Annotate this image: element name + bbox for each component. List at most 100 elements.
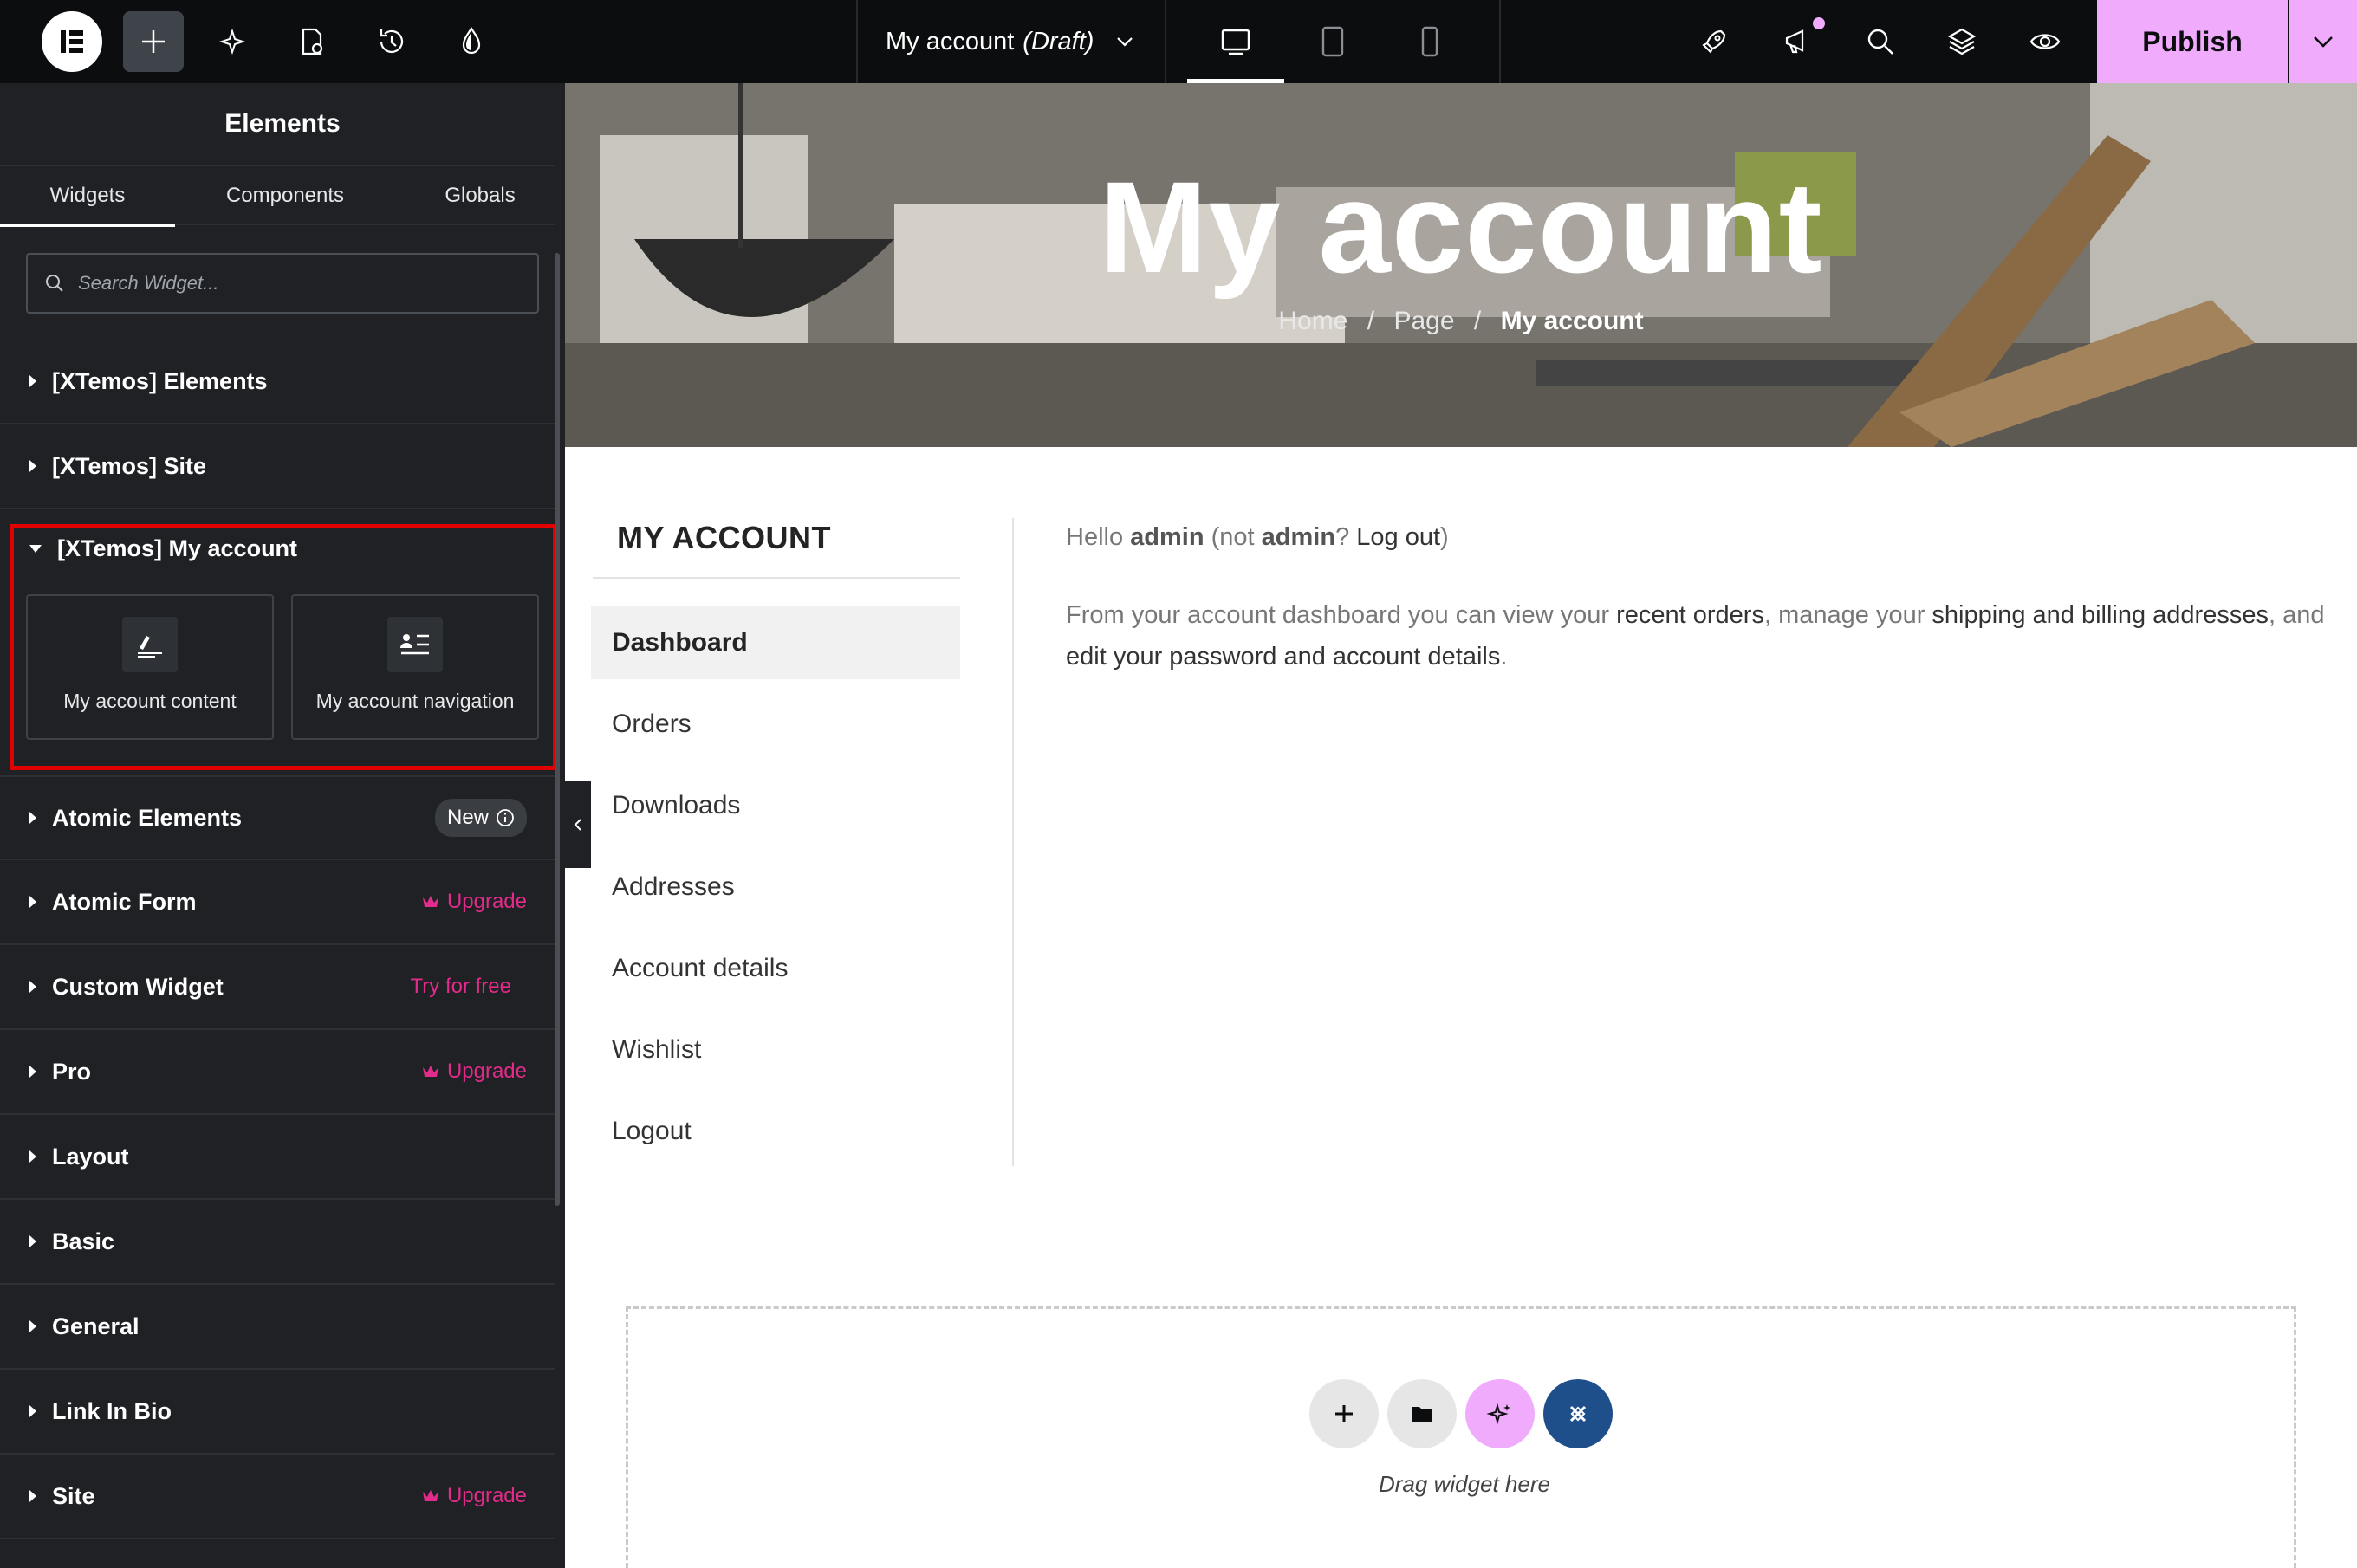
publish-button[interactable]: Publish bbox=[2097, 0, 2288, 83]
category-label: Site bbox=[52, 1482, 95, 1509]
category-atomic-elements[interactable]: Atomic Elements New bbox=[0, 775, 555, 860]
account-details-link[interactable]: edit your password and account details bbox=[1066, 643, 1500, 671]
try-for-free-link[interactable]: Try for free bbox=[411, 975, 511, 999]
history-icon bbox=[380, 29, 404, 53]
account-nav-downloads[interactable]: Downloads bbox=[591, 769, 960, 842]
ai-generate-button[interactable] bbox=[1465, 1379, 1535, 1448]
search-icon bbox=[1867, 29, 1893, 55]
category-label: Basic bbox=[52, 1228, 115, 1254]
category-link-in-bio[interactable]: Link In Bio bbox=[0, 1370, 555, 1455]
xtemos-logo-icon bbox=[1569, 1405, 1587, 1422]
caret-right-icon bbox=[29, 896, 36, 908]
category-label: [XTemos] Site bbox=[52, 452, 207, 479]
addresses-link[interactable]: shipping and billing addresses bbox=[1932, 601, 2269, 629]
account-nav-logout[interactable]: Logout bbox=[591, 1095, 960, 1168]
device-desktop-button[interactable] bbox=[1187, 0, 1284, 83]
search-input[interactable] bbox=[78, 272, 529, 295]
structure-button[interactable] bbox=[1932, 12, 1991, 71]
dropzone-hint: Drag widget here bbox=[1379, 1471, 1550, 1497]
caret-right-icon bbox=[29, 1150, 36, 1163]
category-general[interactable]: General bbox=[0, 1285, 555, 1370]
divider bbox=[593, 577, 960, 579]
account-nav-addresses[interactable]: Addresses bbox=[591, 851, 960, 923]
category-site[interactable]: Site Upgrade bbox=[0, 1455, 555, 1539]
tab-globals[interactable]: Globals bbox=[395, 166, 565, 225]
megaphone-icon bbox=[1785, 29, 1804, 54]
chevron-left-icon bbox=[574, 819, 581, 831]
launch-button[interactable] bbox=[1685, 12, 1743, 71]
highlight-box bbox=[10, 524, 557, 770]
category-label: [XTemos] Elements bbox=[52, 367, 268, 394]
device-mobile-button[interactable] bbox=[1381, 0, 1478, 83]
username: admin bbox=[1261, 523, 1336, 551]
logout-link[interactable]: Log out bbox=[1356, 523, 1440, 551]
caret-right-icon bbox=[29, 1405, 36, 1417]
category-layout[interactable]: Layout bbox=[0, 1115, 555, 1200]
preview-button[interactable] bbox=[2016, 12, 2075, 71]
category-label: Layout bbox=[52, 1143, 129, 1170]
add-section-button[interactable] bbox=[1309, 1379, 1379, 1448]
collapse-panel-button[interactable] bbox=[565, 781, 591, 868]
account-nav-wishlist[interactable]: Wishlist bbox=[591, 1014, 960, 1086]
theme-style-button[interactable] bbox=[442, 12, 501, 71]
upgrade-link[interactable]: Upgrade bbox=[421, 890, 527, 914]
new-badge[interactable]: New bbox=[434, 799, 527, 837]
document-title-dropdown[interactable]: My account (Draft) bbox=[886, 0, 1135, 83]
separator bbox=[1499, 0, 1501, 83]
panel-title: Elements bbox=[224, 109, 341, 138]
caret-right-icon bbox=[29, 1066, 36, 1078]
caret-right-icon bbox=[29, 981, 36, 993]
elementor-logo-icon[interactable] bbox=[42, 11, 102, 72]
xtemos-templates-button[interactable] bbox=[1543, 1379, 1613, 1448]
category-xtemos-elements[interactable]: [XTemos] Elements bbox=[0, 340, 555, 424]
hero-title: My account bbox=[1099, 154, 1823, 300]
eye-icon bbox=[2029, 34, 2061, 49]
category-label: Atomic Elements bbox=[52, 804, 243, 831]
widget-dropzone[interactable] bbox=[626, 1306, 2296, 1568]
ai-sparkle-icon bbox=[218, 28, 246, 55]
category-label: Link In Bio bbox=[52, 1397, 172, 1424]
info-icon bbox=[497, 809, 514, 826]
crown-icon bbox=[422, 1490, 438, 1501]
caret-right-icon bbox=[29, 812, 36, 824]
tab-components[interactable]: Components bbox=[175, 166, 395, 225]
category-pro[interactable]: Pro Upgrade bbox=[0, 1030, 555, 1115]
publish-options-button[interactable] bbox=[2289, 0, 2357, 83]
category-label: Custom Widget bbox=[52, 973, 224, 1000]
category-atomic-form[interactable]: Atomic Form Upgrade bbox=[0, 860, 555, 945]
panel-scrollbar[interactable] bbox=[555, 253, 560, 1206]
device-tablet-button[interactable] bbox=[1284, 0, 1381, 83]
search-button[interactable] bbox=[1851, 12, 1910, 71]
search-icon bbox=[46, 275, 63, 292]
desktop-icon bbox=[1221, 29, 1250, 55]
breadcrumb-page[interactable]: Page bbox=[1393, 307, 1454, 335]
panel-tabs: Widgets Components Globals bbox=[0, 165, 555, 227]
notification-dot bbox=[1813, 17, 1825, 29]
tab-widgets[interactable]: Widgets bbox=[0, 166, 175, 227]
rocket-icon bbox=[1702, 29, 1726, 54]
upgrade-link[interactable]: Upgrade bbox=[421, 1484, 527, 1508]
layers-icon bbox=[1947, 28, 1977, 55]
caret-right-icon bbox=[29, 375, 36, 387]
category-custom-widget[interactable]: Custom Widget Try for free bbox=[0, 945, 555, 1030]
breadcrumb-home[interactable]: Home bbox=[1278, 307, 1347, 335]
page-settings-button[interactable] bbox=[282, 12, 341, 71]
add-element-button[interactable] bbox=[123, 11, 184, 72]
upgrade-link[interactable]: Upgrade bbox=[421, 1059, 527, 1084]
crown-icon bbox=[422, 896, 438, 907]
account-nav-orders[interactable]: Orders bbox=[591, 688, 960, 761]
category-basic[interactable]: Basic bbox=[0, 1200, 555, 1285]
account-nav-dashboard[interactable]: Dashboard bbox=[591, 606, 960, 679]
category-label: General bbox=[52, 1312, 140, 1339]
caret-right-icon bbox=[29, 1490, 36, 1502]
category-xtemos-site[interactable]: [XTemos] Site bbox=[0, 424, 555, 509]
caret-right-icon bbox=[29, 1320, 36, 1332]
breadcrumb: Home / Page / My account bbox=[565, 307, 2357, 336]
ai-sparkle-button[interactable] bbox=[203, 12, 262, 71]
account-nav-account-details[interactable]: Account details bbox=[591, 932, 960, 1005]
document-title: My account bbox=[886, 27, 1015, 55]
add-template-button[interactable] bbox=[1387, 1379, 1457, 1448]
hero-banner: My account Home / Page / My account bbox=[565, 83, 2357, 447]
history-button[interactable] bbox=[362, 12, 421, 71]
recent-orders-link[interactable]: recent orders bbox=[1616, 601, 1764, 629]
